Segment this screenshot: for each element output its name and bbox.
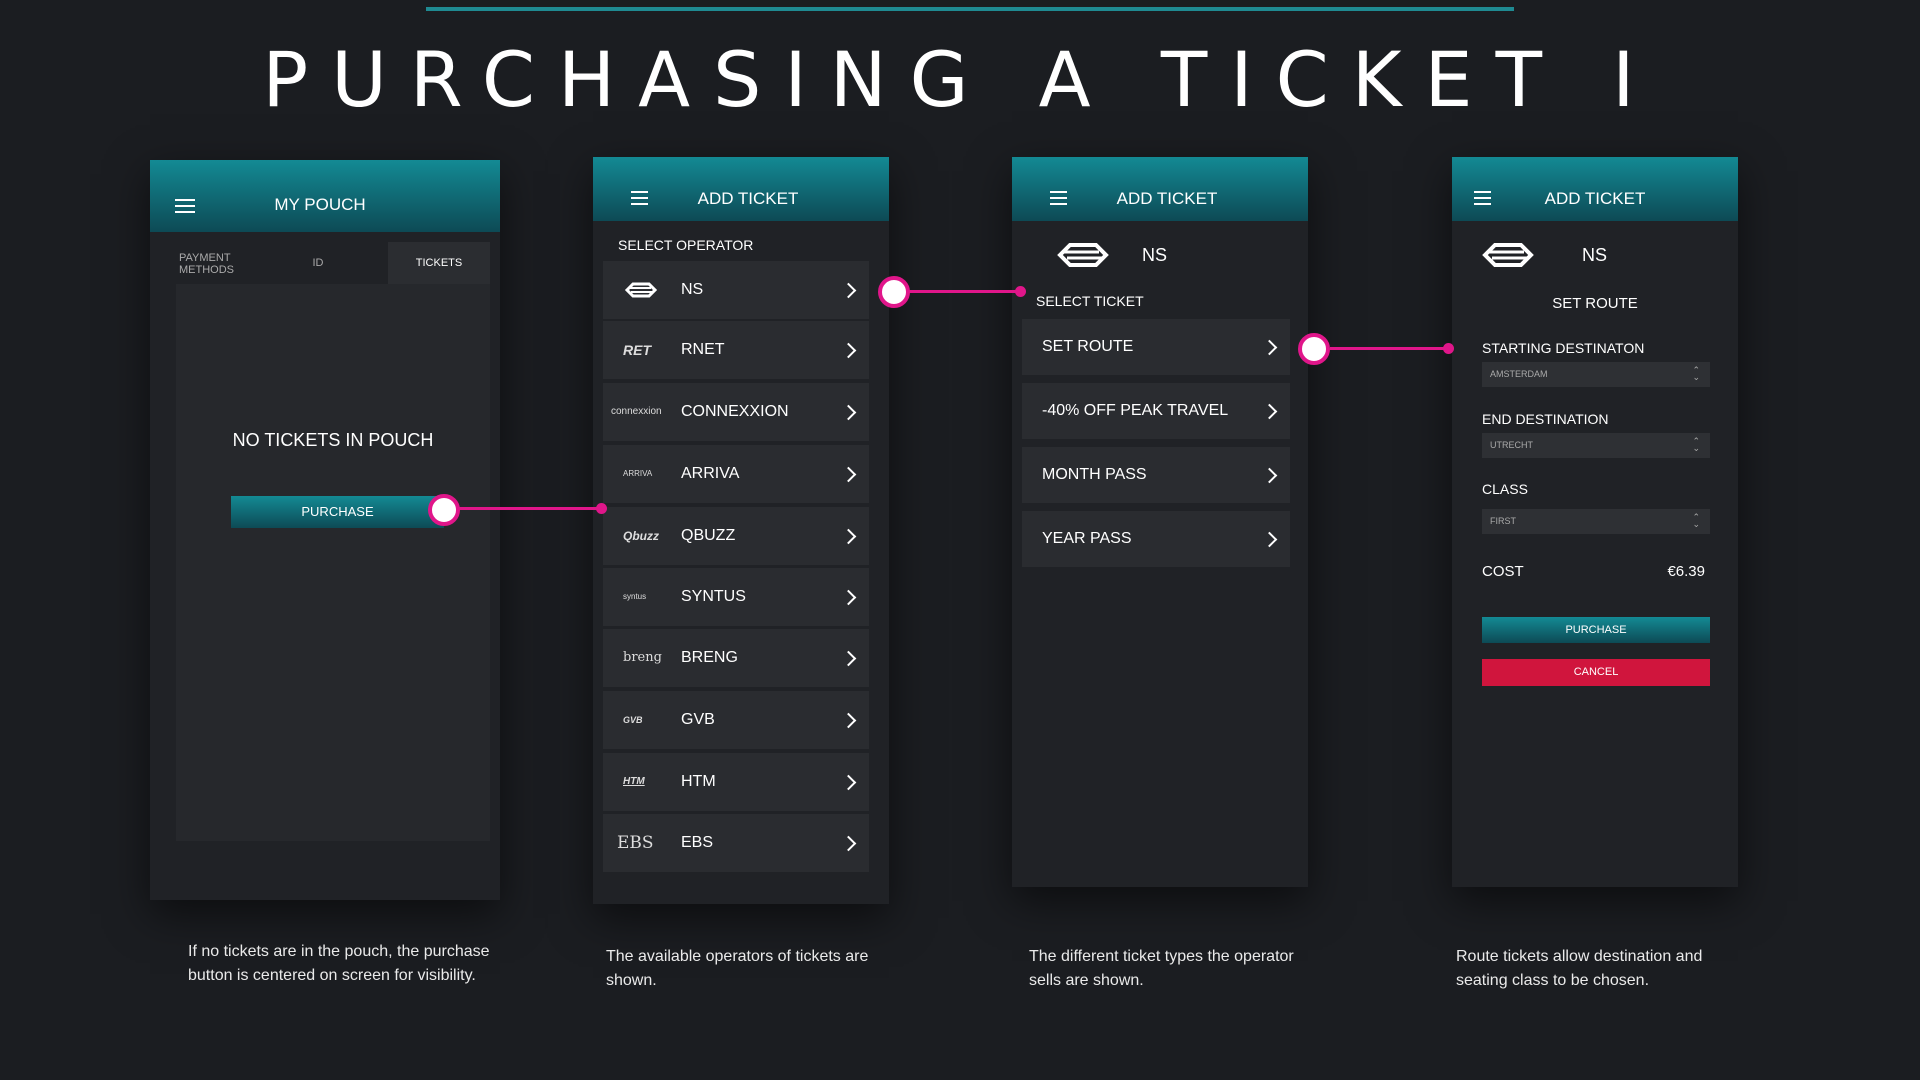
connector-start-circle	[1298, 333, 1330, 365]
arriva-logo-icon: ARRIVA	[623, 469, 653, 478]
operator-row-arriva[interactable]: ARRIVA ARRIVA	[603, 445, 869, 503]
menu-icon[interactable]	[1474, 191, 1491, 205]
start-label: STARTING DESTINATON	[1482, 340, 1645, 356]
tab-payment-methods[interactable]: PAYMENT METHODS	[162, 242, 268, 284]
purchase-button[interactable]: PURCHASE	[231, 496, 444, 528]
header-title: ADD TICKET	[1116, 189, 1218, 208]
operator-row-gvb[interactable]: GVB GVB	[603, 691, 869, 749]
operator-row-breng[interactable]: breng BRENG	[603, 629, 869, 687]
menu-icon[interactable]	[631, 191, 648, 205]
empty-message: NO TICKETS IN POUCH	[232, 430, 434, 450]
operator-row-qbuzz[interactable]: Qbuzz QBUZZ	[603, 507, 869, 565]
header-bar: ADD TICKET	[593, 157, 889, 221]
sort-arrows-icon: ⌃ ⌄	[1692, 436, 1700, 453]
header-bar: ADD TICKET	[1452, 157, 1738, 221]
menu-icon[interactable]	[175, 199, 195, 213]
tab-id[interactable]: ID	[268, 242, 368, 284]
connector-line	[1330, 347, 1450, 350]
ns-logo-icon	[625, 282, 657, 298]
connector-line	[900, 290, 1020, 293]
chevron-right-icon	[1261, 531, 1278, 548]
class-label: CLASS	[1482, 481, 1528, 497]
header-bar: ADD TICKET	[1012, 157, 1308, 221]
operator-name: NS	[1582, 245, 1608, 265]
header-title: MY POUCH	[274, 195, 366, 214]
chevron-right-icon	[1261, 403, 1278, 420]
chevron-right-icon	[840, 466, 857, 483]
end-label: END DESTINATION	[1482, 411, 1609, 427]
end-select[interactable]: UTRECHT ⌃ ⌄	[1482, 433, 1710, 458]
syntus-logo-icon: syntus	[623, 592, 647, 601]
caption-set-route: Route tickets allow destination and seat…	[1456, 948, 1703, 989]
htm-logo-icon: HTM	[623, 776, 645, 787]
title-rule	[426, 7, 1514, 11]
purchase-button[interactable]: PURCHASE	[1482, 617, 1710, 643]
operator-row-syntus[interactable]: syntus SYNTUS	[603, 568, 869, 626]
phone-my-pouch: MY POUCH PAYMENT METHODS ID TICKETS NO T…	[150, 160, 500, 900]
class-select[interactable]: FIRST ⌃ ⌄	[1482, 509, 1710, 534]
start-select[interactable]: AMSTERDAM ⌃ ⌄	[1482, 362, 1710, 387]
ticket-row-off-peak[interactable]: -40% OFF PEAK TRAVEL	[1022, 383, 1290, 439]
cost-label: COST	[1482, 563, 1524, 580]
connector-end-dot	[596, 503, 607, 514]
header-title: ADD TICKET	[697, 189, 799, 208]
screen-subtitle: SET ROUTE	[1552, 295, 1638, 312]
sort-arrows-icon: ⌃ ⌄	[1692, 512, 1700, 529]
ticket-row-month-pass[interactable]: MONTH PASS	[1022, 447, 1290, 503]
connexxion-logo-icon: connexxion	[611, 406, 662, 417]
operator-name: NS	[1142, 245, 1168, 265]
connector-line	[455, 507, 603, 510]
section-label: SELECT TICKET	[1036, 293, 1144, 309]
qbuzz-logo-icon: Qbuzz	[623, 529, 659, 543]
operator-row-ebs[interactable]: EBS EBS	[603, 814, 869, 872]
breng-logo-icon: breng	[623, 650, 662, 665]
connector-end-dot	[1015, 286, 1026, 297]
ebs-logo-icon: EBS	[617, 833, 654, 853]
page-title: PURCHASING A TICKET I	[262, 35, 1658, 124]
chevron-right-icon	[840, 589, 857, 606]
caption-my-pouch: If no tickets are in the pouch, the purc…	[188, 943, 490, 984]
rnet-logo-icon: RET	[623, 342, 651, 358]
cost-value: €6.39	[1667, 563, 1705, 580]
phone-select-ticket: ADD TICKET NS SELECT TICKET SET ROUTE -4…	[1012, 157, 1308, 887]
phone-select-operator: ADD TICKET SELECT OPERATOR NS RET RNET c…	[593, 157, 889, 904]
ticket-row-year-pass[interactable]: YEAR PASS	[1022, 511, 1290, 567]
chevron-right-icon	[840, 342, 857, 359]
phone-set-route: ADD TICKET NS SET ROUTE STARTING DESTINA…	[1452, 157, 1738, 887]
connector-end-dot	[1443, 343, 1454, 354]
ns-logo-icon	[1057, 243, 1109, 267]
header-title: ADD TICKET	[1544, 189, 1646, 208]
chevron-right-icon	[840, 650, 857, 667]
chevron-right-icon	[1261, 339, 1278, 356]
caption-select-operator: The available operators of tickets are s…	[606, 948, 869, 989]
tab-tickets[interactable]: TICKETS	[388, 242, 490, 284]
connector-start-circle	[878, 276, 910, 308]
chevron-right-icon	[840, 282, 857, 299]
operator-row-htm[interactable]: HTM HTM	[603, 753, 869, 811]
chevron-right-icon	[1261, 467, 1278, 484]
operator-row-connexxion[interactable]: connexxion CONNEXXION	[603, 383, 869, 441]
operator-row-ns[interactable]: NS	[603, 261, 869, 319]
sort-arrows-icon: ⌃ ⌄	[1692, 365, 1700, 382]
chevron-right-icon	[840, 774, 857, 791]
gvb-logo-icon: GVB	[623, 715, 643, 725]
caption-select-ticket: The different ticket types the operator …	[1029, 948, 1294, 989]
operator-row-rnet[interactable]: RET RNET	[603, 321, 869, 379]
ns-logo-icon	[1482, 243, 1534, 267]
menu-icon[interactable]	[1050, 191, 1067, 205]
section-label: SELECT OPERATOR	[618, 237, 754, 253]
ticket-row-set-route[interactable]: SET ROUTE	[1022, 319, 1290, 375]
connector-start-circle	[428, 494, 460, 526]
chevron-right-icon	[840, 404, 857, 421]
header-bar: MY POUCH	[150, 160, 500, 232]
chevron-right-icon	[840, 712, 857, 729]
cancel-button[interactable]: CANCEL	[1482, 659, 1710, 686]
chevron-right-icon	[840, 528, 857, 545]
chevron-right-icon	[840, 835, 857, 852]
tickets-panel	[176, 284, 490, 841]
